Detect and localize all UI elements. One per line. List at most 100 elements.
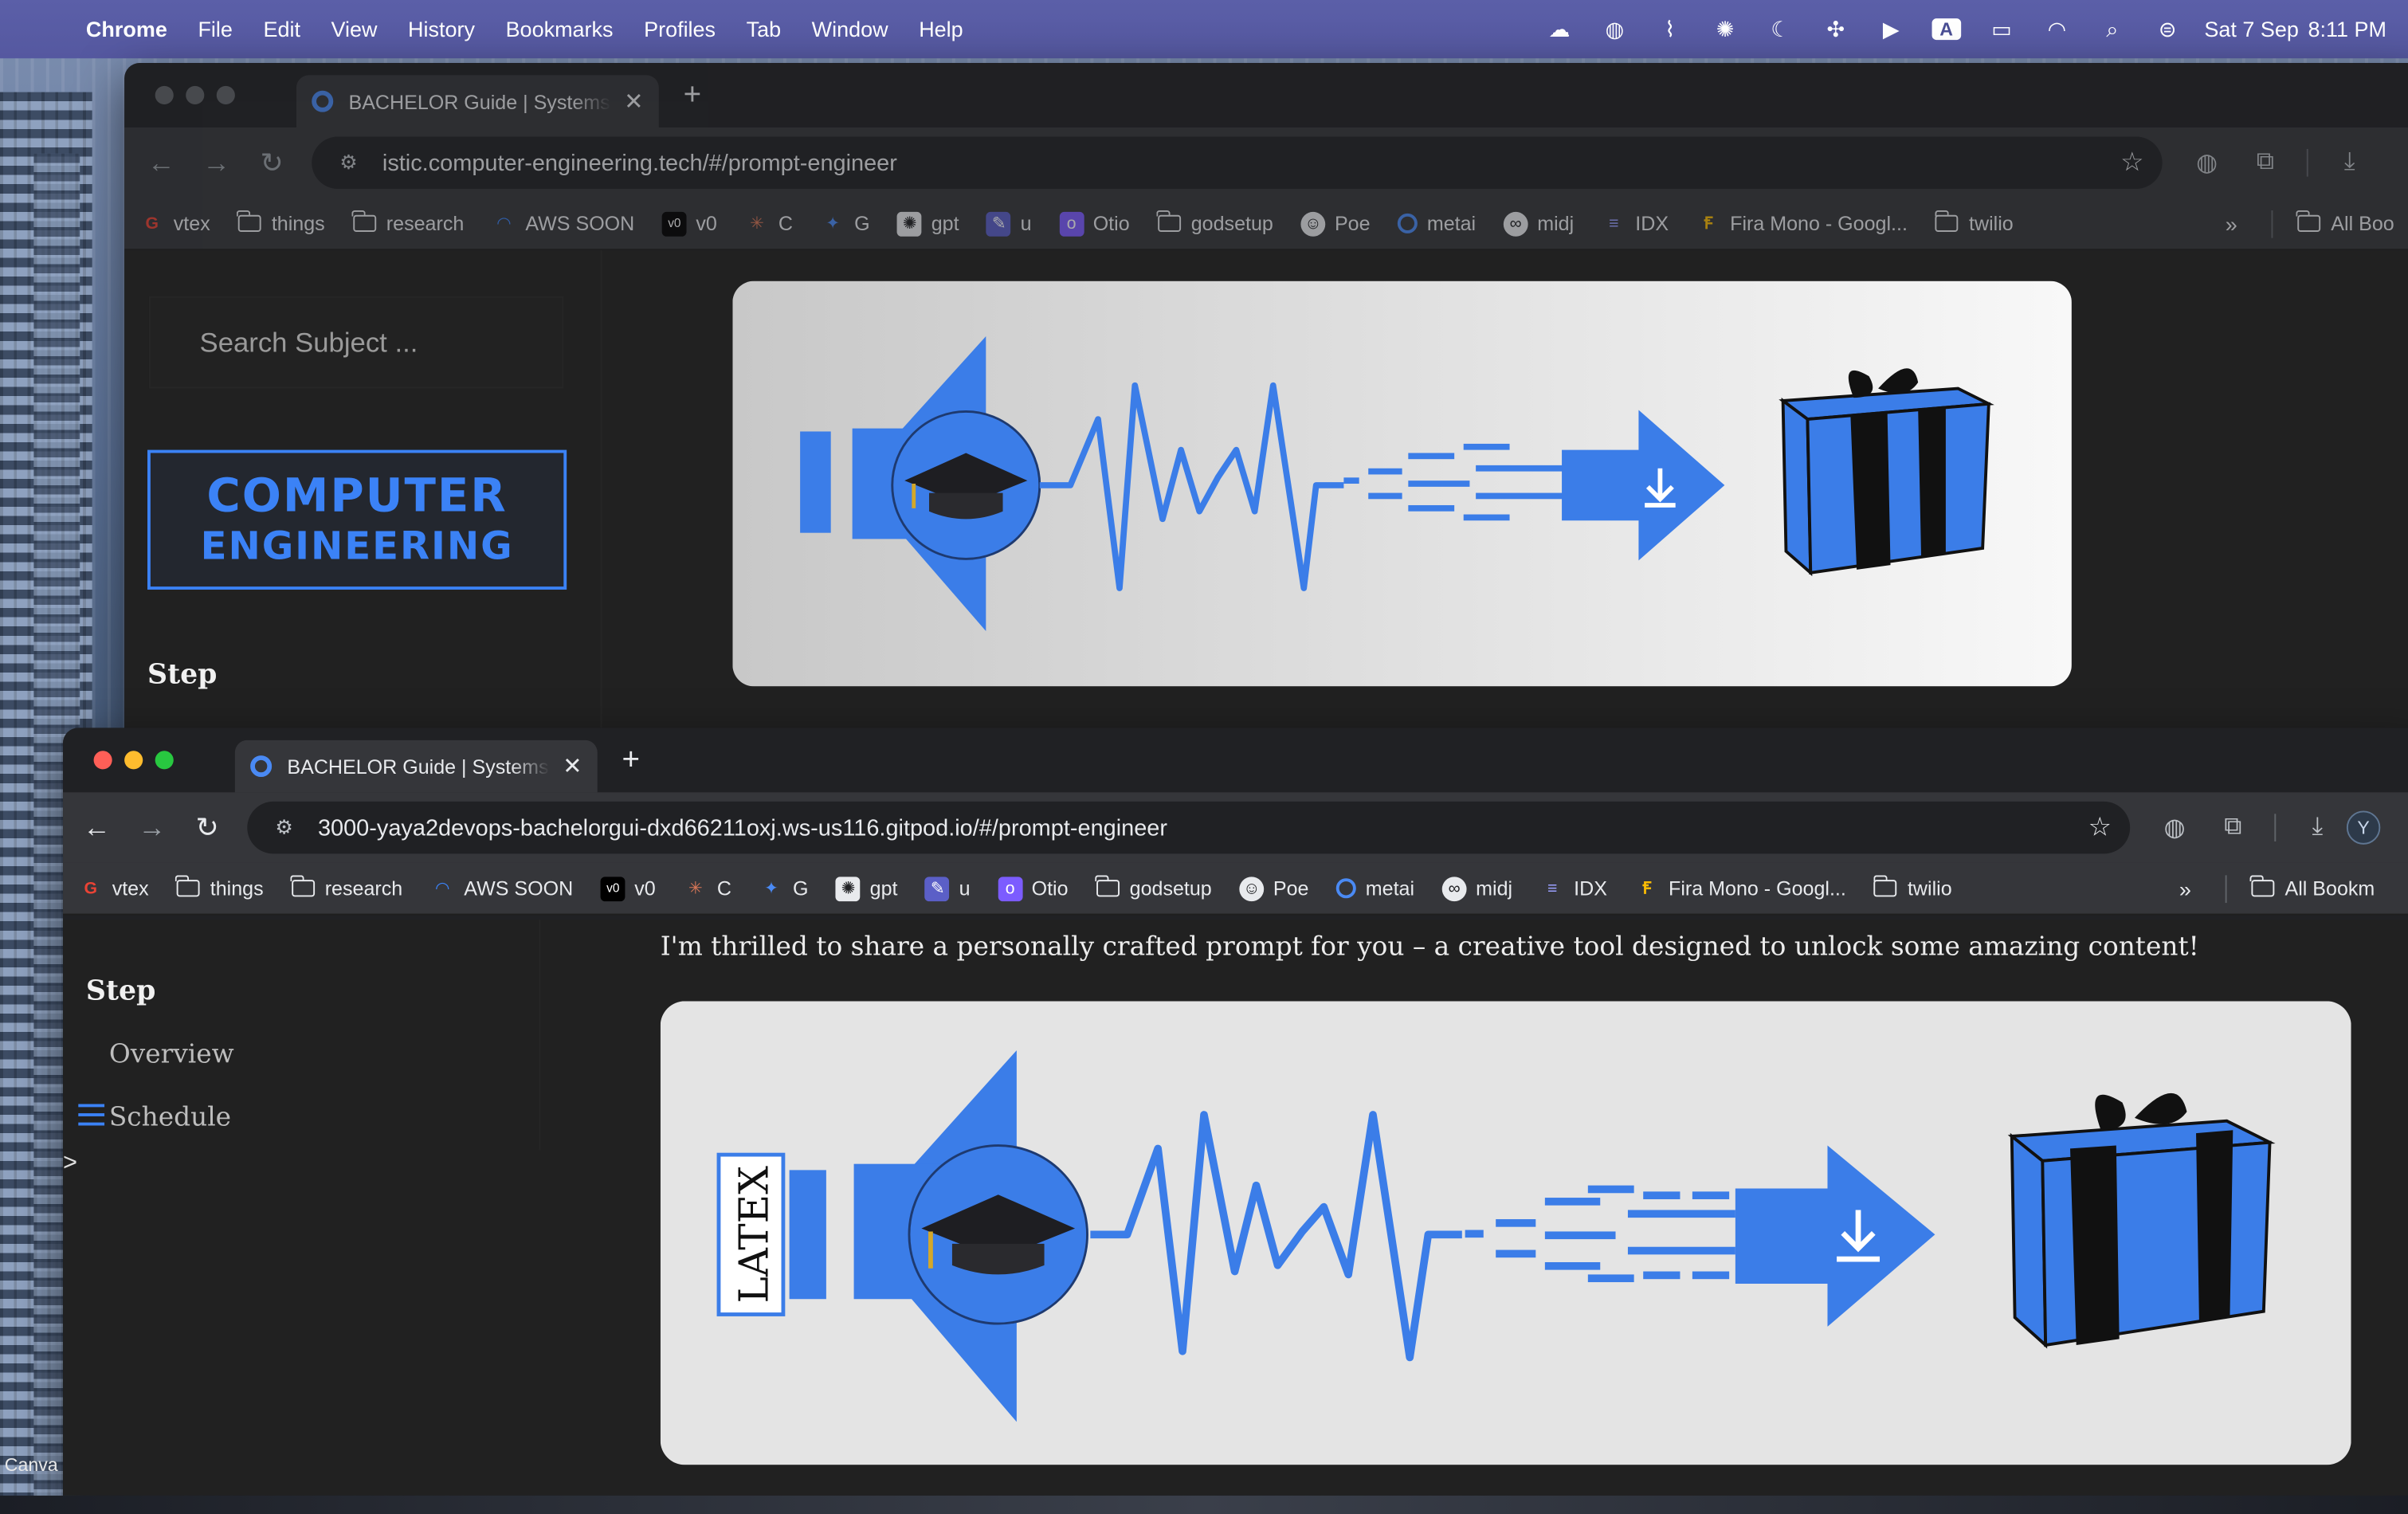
site-info-icon[interactable]: ⚙ bbox=[330, 151, 367, 175]
reload-icon[interactable]: ↻ bbox=[179, 811, 234, 843]
menu-file[interactable]: File bbox=[198, 17, 232, 41]
search-subject-input[interactable]: Search Subject ... bbox=[148, 296, 564, 389]
bookmark-aws[interactable]: ◠ AWS SOON bbox=[430, 876, 573, 900]
minimize-window-button[interactable] bbox=[124, 751, 143, 770]
close-tab-icon[interactable]: ✕ bbox=[563, 752, 582, 780]
bookmark-vtex[interactable]: Gvtex bbox=[78, 876, 148, 900]
menu-edit[interactable]: Edit bbox=[263, 17, 300, 41]
minimize-window-button[interactable] bbox=[186, 85, 205, 105]
all-bookmarks-button[interactable]: All Boo bbox=[2296, 210, 2394, 235]
profile-extension-icon[interactable]: ◍ bbox=[2145, 812, 2203, 843]
bookmark-gpt[interactable]: ✺ gpt bbox=[897, 210, 959, 236]
close-window-button[interactable] bbox=[93, 751, 112, 770]
bookmark-star-icon[interactable]: ☆ bbox=[2120, 147, 2143, 178]
site-info-icon[interactable]: ⚙ bbox=[265, 815, 302, 840]
forward-arrow-icon[interactable]: → bbox=[124, 811, 179, 843]
new-tab-button[interactable]: + bbox=[622, 743, 641, 778]
menu-help[interactable]: Help bbox=[919, 17, 963, 41]
browser-tab[interactable]: BACHELOR Guide | Systems E ✕ bbox=[234, 739, 598, 793]
play-icon[interactable]: ▶ bbox=[1864, 12, 1919, 45]
bookmark-midj[interactable]: ∞ midj bbox=[1441, 876, 1512, 901]
sidebar-toggle-caret[interactable]: > bbox=[63, 1150, 77, 1178]
menu-bookmarks[interactable]: Bookmarks bbox=[506, 17, 614, 41]
bookmark-claude[interactable]: ✳ C bbox=[745, 211, 793, 236]
bookmark-research[interactable]: research bbox=[290, 875, 402, 900]
menu-hamburger-icon[interactable] bbox=[78, 1104, 105, 1132]
sidebar-item-schedule[interactable]: Schedule bbox=[109, 1103, 231, 1134]
bookmark-metai[interactable]: metai bbox=[1336, 877, 1414, 900]
extensions-icon[interactable]: ⧉ bbox=[2204, 814, 2262, 841]
browser-tab[interactable]: BACHELOR Guide | Systems E ✕ bbox=[296, 75, 659, 127]
spotlight-search-icon[interactable]: ⌕ bbox=[2084, 12, 2139, 45]
bookmark-claude[interactable]: ✳ C bbox=[683, 876, 731, 900]
sidebar-item-overview[interactable]: Overview bbox=[109, 1040, 234, 1071]
bookmark-otio[interactable]: o Otio bbox=[1059, 210, 1130, 236]
menu-window[interactable]: Window bbox=[812, 17, 888, 41]
menubar-time[interactable]: 8:11 PM bbox=[2308, 17, 2387, 41]
bookmark-poe[interactable]: ☺ Poe bbox=[1239, 876, 1308, 901]
reload-icon[interactable]: ↻ bbox=[244, 147, 299, 178]
bookmark-fira-mono[interactable]: Ꞙ Fira Mono - Googl... bbox=[1696, 211, 1908, 236]
chatgpt-icon[interactable]: ✺ bbox=[1697, 12, 1752, 45]
close-tab-icon[interactable]: ✕ bbox=[624, 88, 643, 116]
wifi-icon[interactable]: ◠ bbox=[2030, 12, 2084, 45]
input-source-icon[interactable]: A bbox=[1919, 12, 1974, 45]
computer-engineering-logo[interactable]: COMPUTER ENGINEERING bbox=[147, 449, 567, 590]
bookmark-v0[interactable]: v0 v0 bbox=[661, 210, 717, 236]
control-center-icon[interactable]: ⊜ bbox=[2139, 12, 2194, 45]
app-menu-chrome[interactable]: Chrome bbox=[86, 17, 167, 41]
menu-profiles[interactable]: Profiles bbox=[644, 17, 716, 41]
status-app-icon[interactable]: ◍ bbox=[1587, 12, 1642, 45]
bookmark-idx[interactable]: ≡ IDX bbox=[1602, 211, 1669, 236]
bookmark-things[interactable]: things bbox=[237, 210, 325, 235]
extensions-icon[interactable]: ⧉ bbox=[2236, 149, 2294, 177]
bookmark-twilio[interactable]: twilio bbox=[1873, 875, 1952, 900]
bookmark-gemini[interactable]: ✦ G bbox=[821, 211, 869, 236]
bookmarks-more-icon[interactable]: » bbox=[2226, 211, 2237, 236]
back-arrow-icon[interactable]: ← bbox=[134, 147, 189, 178]
zoom-window-button[interactable] bbox=[216, 85, 235, 105]
bookmark-u[interactable]: ✎ u bbox=[925, 876, 971, 901]
bookmark-metai[interactable]: metai bbox=[1398, 212, 1476, 235]
menu-history[interactable]: History bbox=[408, 17, 475, 41]
bookmark-idx[interactable]: ≡ IDX bbox=[1540, 876, 1607, 900]
url-text[interactable]: istic.computer-engineering.tech/#/prompt… bbox=[382, 150, 897, 176]
download-icon[interactable]: ⤓ bbox=[2288, 814, 2347, 841]
bookmark-vtex[interactable]: Gvtex bbox=[139, 211, 210, 236]
bookmark-research[interactable]: research bbox=[351, 210, 464, 235]
bookmark-gemini[interactable]: ✦ G bbox=[759, 876, 808, 900]
bookmarks-more-icon[interactable]: » bbox=[2179, 876, 2191, 900]
menu-view[interactable]: View bbox=[331, 17, 378, 41]
icloud-icon[interactable]: ☁ bbox=[1531, 12, 1586, 45]
new-tab-button[interactable]: + bbox=[684, 77, 702, 112]
bookmark-godsetup[interactable]: godsetup bbox=[1095, 875, 1212, 900]
profile-avatar[interactable]: Y bbox=[2346, 810, 2381, 845]
close-window-button[interactable] bbox=[155, 85, 174, 105]
bookmark-v0[interactable]: v0 v0 bbox=[600, 876, 656, 901]
address-bar[interactable]: ⚙ istic.computer-engineering.tech/#/prom… bbox=[312, 136, 2163, 190]
menu-tab[interactable]: Tab bbox=[747, 17, 782, 41]
forward-arrow-icon[interactable]: → bbox=[189, 147, 244, 178]
fan-icon[interactable]: ✣ bbox=[1808, 12, 1863, 45]
bookmark-u[interactable]: ✎ u bbox=[986, 210, 1032, 236]
profile-extension-icon[interactable]: ◍ bbox=[2178, 147, 2236, 178]
bookmark-gpt[interactable]: ✺ gpt bbox=[836, 876, 897, 901]
moon-icon[interactable]: ☾ bbox=[1753, 12, 1808, 45]
bookmark-fira-mono[interactable]: Ꞙ Fira Mono - Googl... bbox=[1635, 876, 1846, 900]
bookmark-twilio[interactable]: twilio bbox=[1934, 210, 2014, 235]
bookmark-otio[interactable]: o Otio bbox=[998, 876, 1069, 901]
bookmark-aws[interactable]: ◠ AWS SOON bbox=[492, 211, 634, 236]
url-text[interactable]: 3000-yaya2devops-bachelorgui-dxd66211oxj… bbox=[318, 814, 1167, 841]
zoom-window-button[interactable] bbox=[155, 751, 174, 770]
bookmark-things[interactable]: things bbox=[175, 875, 264, 900]
desktop-canva-label[interactable]: Canva bbox=[5, 1454, 58, 1476]
download-icon[interactable]: ⤓ bbox=[2320, 149, 2379, 177]
battery-icon[interactable]: ▭ bbox=[1974, 12, 2029, 45]
bookmark-midj[interactable]: ∞ midj bbox=[1503, 210, 1574, 236]
bookmark-star-icon[interactable]: ☆ bbox=[2088, 812, 2112, 843]
back-arrow-icon[interactable]: ← bbox=[69, 811, 124, 843]
bookmark-godsetup[interactable]: godsetup bbox=[1156, 210, 1273, 235]
all-bookmarks-button[interactable]: All Bookm bbox=[2250, 875, 2375, 900]
paperclip-icon[interactable]: ⌇ bbox=[1642, 12, 1697, 45]
address-bar[interactable]: ⚙ 3000-yaya2devops-bachelorgui-dxd66211o… bbox=[247, 801, 2131, 854]
